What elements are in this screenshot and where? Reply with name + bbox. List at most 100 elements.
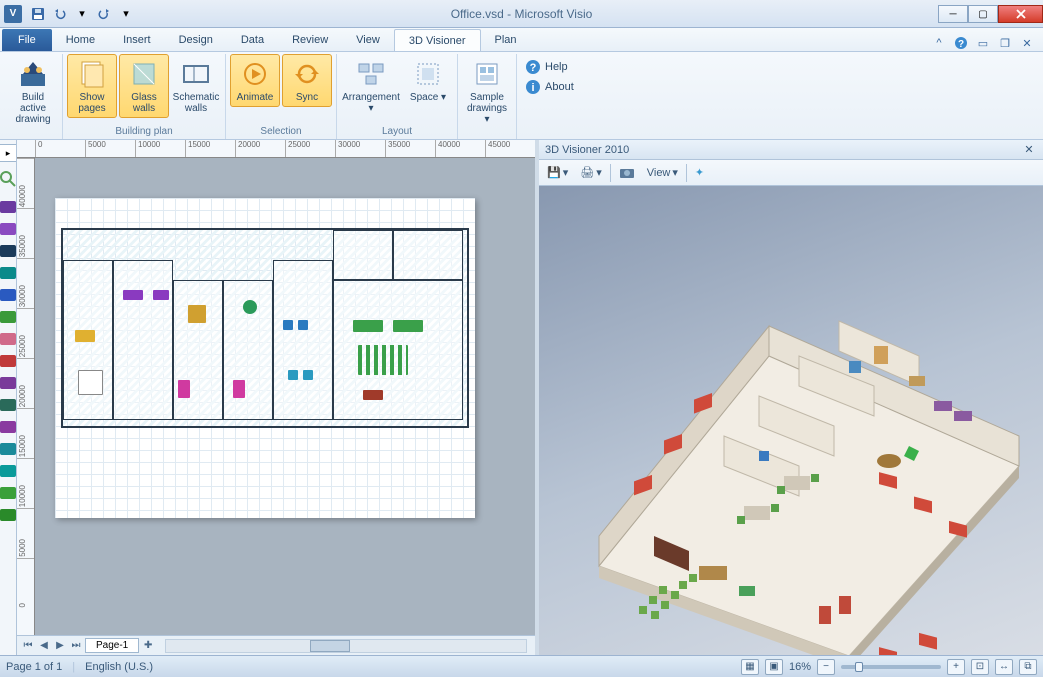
page-add-icon[interactable]: ✚: [141, 639, 155, 653]
stencil-search-icon[interactable]: [0, 168, 17, 190]
glass-walls-button[interactable]: Glass walls: [119, 54, 169, 118]
p3-print-button[interactable]: 🖨▾: [576, 164, 606, 181]
stencil-box-red[interactable]: [0, 350, 17, 372]
animate-button[interactable]: Animate: [230, 54, 280, 107]
window-restore-icon[interactable]: ▭: [975, 35, 991, 51]
stencil-bush-green[interactable]: [0, 504, 17, 526]
zoom-slider[interactable]: [841, 665, 941, 669]
qat-customize-icon[interactable]: ▾: [116, 4, 136, 24]
save-icon[interactable]: [28, 4, 48, 24]
ribbon-group-layout: Arrangement ▾ Space ▾ Layout: [337, 54, 458, 139]
zoom-slider-thumb[interactable]: [855, 662, 863, 672]
space-button[interactable]: Space ▾: [403, 54, 453, 107]
stencil-expand-button[interactable]: ▸: [0, 144, 17, 162]
zoom-out-button[interactable]: −: [817, 659, 835, 675]
drawing-area: 0500010000150002000025000300003500040000…: [17, 140, 535, 655]
ribbon-group-build: Build active drawing: [4, 54, 63, 139]
page-tab-1[interactable]: Page-1: [85, 638, 139, 653]
close-button[interactable]: [998, 5, 1043, 23]
arrangement-icon: [355, 58, 387, 90]
window-inner-close-icon[interactable]: ✕: [1019, 35, 1035, 51]
p3-camera-button[interactable]: [615, 164, 639, 182]
help-small-icon: ?: [525, 59, 541, 75]
stencil-round-table[interactable]: [0, 394, 17, 416]
title-bar: V ▾ ▾ Office.vsd - Microsoft Visio ─ ▢: [0, 0, 1043, 28]
fit-page-icon[interactable]: ⊡: [971, 659, 989, 675]
stencil-square-teal[interactable]: [0, 438, 17, 460]
tab-view[interactable]: View: [342, 29, 394, 51]
build-active-drawing-button[interactable]: Build active drawing: [8, 54, 58, 129]
panel-3d-toolbar: 💾▾ 🖨▾ View ▾ ✦: [539, 160, 1043, 186]
stencil-circle-teal[interactable]: [0, 460, 17, 482]
panel-close-icon[interactable]: ✕: [1021, 143, 1037, 156]
maximize-button[interactable]: ▢: [968, 5, 998, 23]
stencil-rect-purple[interactable]: [0, 372, 17, 394]
zoom-in-button[interactable]: +: [947, 659, 965, 675]
stencil-plant-green[interactable]: [0, 482, 17, 504]
tab-3d-visioner[interactable]: 3D Visioner: [394, 29, 481, 51]
tab-home[interactable]: Home: [52, 29, 109, 51]
ruler-vertical: 4000035000300002500020000150001000050000: [17, 158, 35, 635]
show-pages-icon: [76, 58, 108, 90]
ribbon: Build active drawing Show pages Glass wa…: [0, 52, 1043, 140]
undo-icon[interactable]: [50, 4, 70, 24]
stencil-cabinet-green[interactable]: [0, 306, 17, 328]
space-icon: [412, 58, 444, 90]
show-pages-button[interactable]: Show pages: [67, 54, 117, 118]
stencil-chair-small-purple[interactable]: [0, 218, 17, 240]
sample-drawings-button[interactable]: Sample drawings ▾: [462, 54, 512, 129]
window-docs-icon[interactable]: ❐: [997, 35, 1013, 51]
fit-width-icon[interactable]: ↔: [995, 659, 1013, 675]
tab-data[interactable]: Data: [227, 29, 278, 51]
window-controls: ─ ▢: [938, 4, 1043, 23]
page-last-icon[interactable]: ⏭: [69, 639, 83, 653]
stencil-desk-purple[interactable]: [0, 196, 17, 218]
ribbon-minimize-icon[interactable]: ^: [931, 35, 947, 51]
page-first-icon[interactable]: ⏮: [21, 639, 35, 653]
help-button[interactable]: ?Help: [521, 58, 578, 76]
stencil-round-purple[interactable]: [0, 416, 17, 438]
switch-windows-icon[interactable]: ⧉: [1019, 659, 1037, 675]
viewport-3d[interactable]: [539, 186, 1043, 655]
about-button[interactable]: iAbout: [521, 78, 578, 96]
view-normal-icon[interactable]: ▦: [741, 659, 759, 675]
page-sheet[interactable]: [55, 198, 475, 518]
arrangement-button[interactable]: Arrangement ▾: [341, 54, 401, 118]
group-label-building-plan: Building plan: [67, 125, 221, 139]
animate-icon: [239, 58, 271, 90]
page-prev-icon[interactable]: ◀: [37, 639, 51, 653]
sample-drawings-icon: [471, 58, 503, 90]
p3-expand-button[interactable]: ✦: [691, 164, 708, 181]
print-icon: 🖨: [580, 166, 594, 179]
save-small-icon: 💾: [547, 166, 561, 179]
h-scroll-thumb[interactable]: [310, 640, 350, 652]
p3-view-button[interactable]: View ▾: [643, 164, 682, 181]
tab-review[interactable]: Review: [278, 29, 342, 51]
ribbon-group-building-plan: Show pages Glass walls Schematic walls B…: [63, 54, 226, 139]
tab-design[interactable]: Design: [165, 29, 227, 51]
status-bar: Page 1 of 1 | English (U.S.) ▦ ▣ 16% − +…: [0, 655, 1043, 677]
qat-dropdown-icon[interactable]: ▾: [72, 4, 92, 24]
view-full-icon[interactable]: ▣: [765, 659, 783, 675]
schematic-walls-button[interactable]: Schematic walls: [171, 54, 221, 118]
redo-icon[interactable]: [94, 4, 114, 24]
canvas[interactable]: [35, 158, 535, 635]
stencil-cabinet-blue[interactable]: [0, 284, 17, 306]
stencil-table-teal[interactable]: [0, 262, 17, 284]
h-scrollbar[interactable]: [165, 639, 527, 653]
tab-insert[interactable]: Insert: [109, 29, 165, 51]
svg-text:i: i: [531, 82, 534, 94]
ruler-horizontal: 0500010000150002000025000300003500040000…: [17, 140, 535, 158]
page-next-icon[interactable]: ▶: [53, 639, 67, 653]
p3-save-button[interactable]: 💾▾: [543, 164, 572, 181]
stencil-table-dark[interactable]: [0, 240, 17, 262]
tab-plan[interactable]: Plan: [481, 29, 531, 51]
build-icon: [17, 58, 49, 90]
file-tab[interactable]: File: [2, 29, 52, 51]
sync-button[interactable]: Sync: [282, 54, 332, 107]
help-icon[interactable]: ?: [953, 35, 969, 51]
sync-icon: [291, 58, 323, 90]
stencil-sofa-pink[interactable]: [0, 328, 17, 350]
status-language: English (U.S.): [85, 661, 153, 673]
minimize-button[interactable]: ─: [938, 5, 968, 23]
